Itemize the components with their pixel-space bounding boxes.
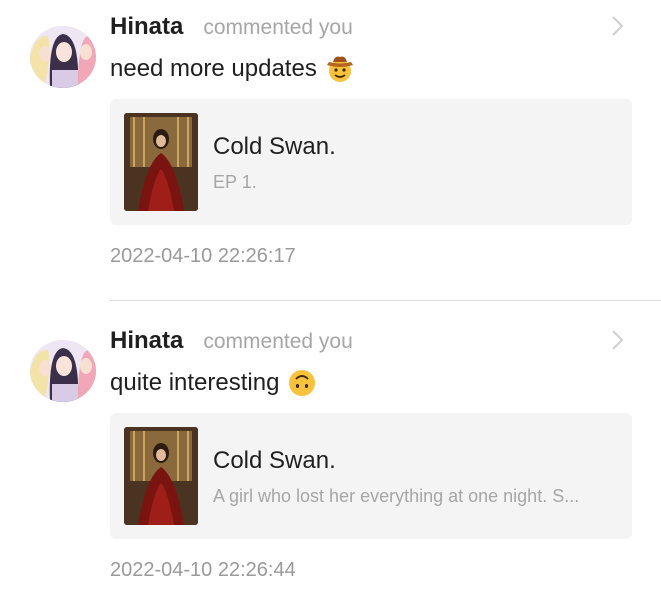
username[interactable]: Hinata (110, 13, 183, 41)
username[interactable]: Hinata (110, 327, 183, 355)
story-cover-image (124, 427, 198, 525)
story-card[interactable]: Cold Swan. A girl who lost her everythin… (110, 413, 632, 539)
story-card[interactable]: Cold Swan. EP 1. (110, 99, 632, 225)
story-title: Cold Swan. (213, 133, 336, 160)
comment-header: Hinata commented you (110, 13, 353, 43)
chevron-right-icon[interactable] (606, 13, 628, 39)
comment-text: need more updates (110, 54, 355, 84)
story-subtitle: EP 1. (213, 172, 257, 192)
comment-body: need more updates (110, 55, 317, 82)
comment-timestamp: 2022-04-10 22:26:17 (110, 245, 296, 267)
story-title: Cold Swan. (213, 447, 336, 474)
cowboy-face-emoji-icon (325, 54, 355, 84)
comment-feed: Hinata commented you need more updates C… (0, 0, 661, 600)
comment-text: quite interesting (110, 368, 317, 398)
comment-timestamp: 2022-04-10 22:26:44 (110, 559, 296, 581)
comment-header: Hinata commented you (110, 327, 353, 357)
upside-down-face-emoji-icon (287, 368, 317, 398)
comment-body: quite interesting (110, 369, 280, 396)
comment-item[interactable]: Hinata commented you need more updates C… (0, 0, 661, 301)
chevron-right-icon[interactable] (606, 327, 628, 353)
story-description: A girl who lost her everything at one ni… (213, 486, 580, 506)
user-avatar-icon[interactable] (30, 26, 96, 88)
user-avatar-icon[interactable] (30, 340, 96, 402)
comment-action-label: commented you (203, 16, 353, 39)
story-cover-image (124, 113, 198, 211)
divider (110, 300, 661, 301)
comment-item[interactable]: Hinata commented you quite interesting C… (0, 314, 661, 600)
comment-action-label: commented you (203, 330, 353, 353)
